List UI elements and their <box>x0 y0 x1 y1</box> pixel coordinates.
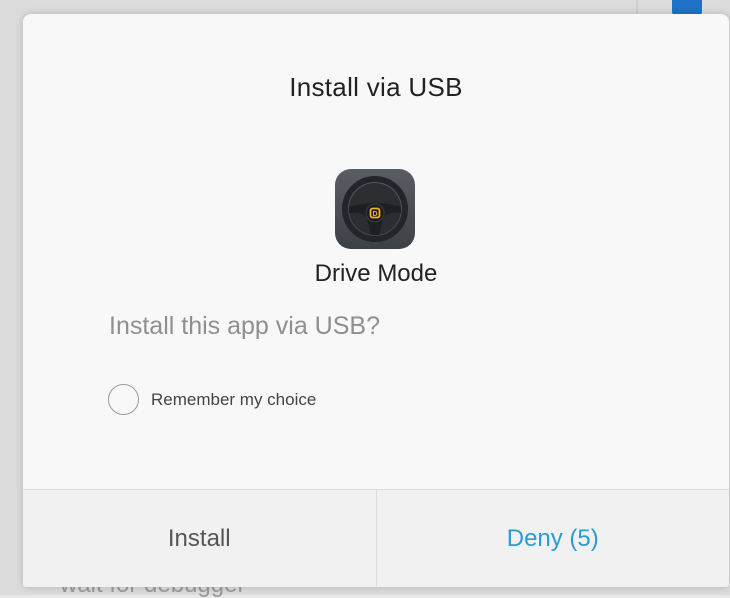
steering-wheel-graphic: D <box>342 176 408 242</box>
steering-wheel-icon: D <box>335 169 415 249</box>
app-name: Drive Mode <box>314 260 438 287</box>
remember-choice-option[interactable]: Remember my choice <box>108 384 316 415</box>
dialog-title: Install via USB <box>289 72 463 102</box>
install-dialog: Install via USB D Drive Mode Install thi… <box>23 14 729 587</box>
icon-letter: D <box>372 211 377 218</box>
install-question: Install this app via USB? <box>109 312 380 340</box>
deny-button[interactable]: Deny (5) <box>377 490 730 587</box>
dialog-button-bar: Install Deny (5) <box>23 489 729 587</box>
install-button[interactable]: Install <box>23 490 377 587</box>
background-toggle <box>672 0 702 15</box>
remember-choice-label: Remember my choice <box>151 389 317 409</box>
remember-choice-radio[interactable] <box>108 384 139 415</box>
